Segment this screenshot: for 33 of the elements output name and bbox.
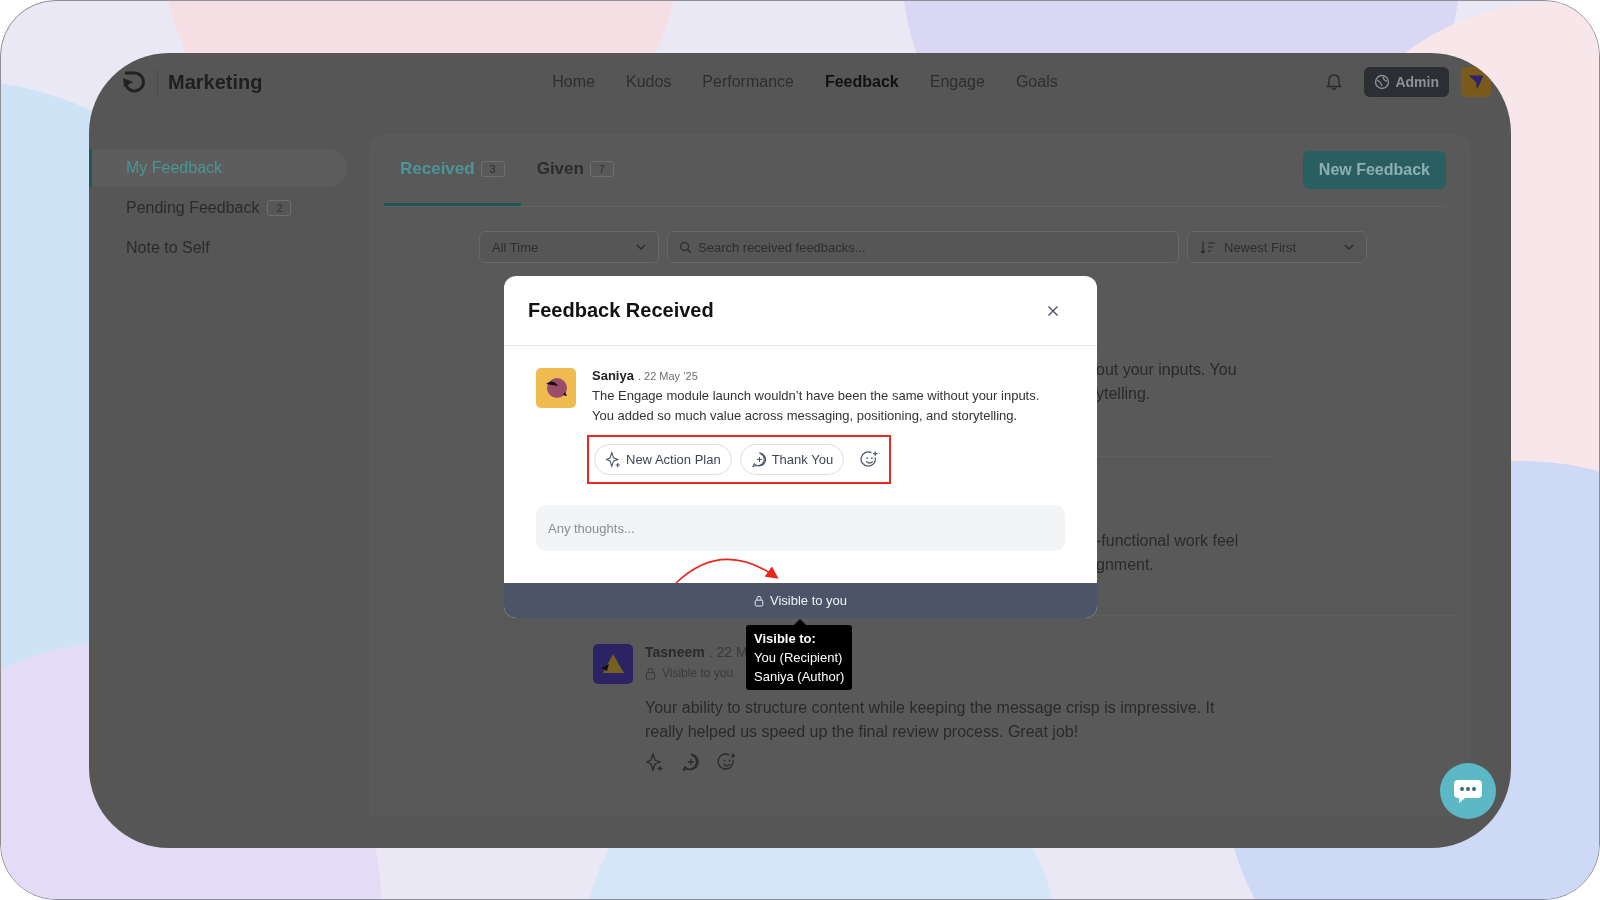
user-avatar[interactable] (1461, 67, 1491, 97)
author-name: Saniya (592, 368, 634, 383)
sort-icon (1200, 240, 1216, 254)
tooltip-title: Visible to: (754, 630, 817, 648)
reply-field[interactable]: Any thoughts... (536, 505, 1065, 551)
chat-button[interactable] (1440, 763, 1496, 819)
visibility-label: Visible to you (769, 593, 848, 608)
action-plan-button[interactable]: New Action Plan (594, 444, 732, 475)
search-icon (679, 241, 692, 254)
chevron-icon (636, 244, 646, 250)
close-icon[interactable] (1047, 304, 1059, 317)
chat-icon (1453, 778, 1483, 804)
chevron-icon (1344, 244, 1354, 250)
emoji-add-icon[interactable] (860, 450, 880, 469)
dialog-title: Feedback Received (528, 299, 714, 322)
feedback-text: The Engage module launch wouldn’t have been the same without your inputs. You added so much value across messaging, positioning, and storytelling. (592, 387, 1041, 425)
tooltip-line: Saniya (Author) (754, 668, 845, 686)
avatar-icon (593, 644, 633, 684)
visibility-bar[interactable]: Visible to you (504, 583, 1097, 618)
lock-icon (645, 666, 656, 680)
feedback-date: . 22 May ’25 (637, 370, 698, 382)
admin-button[interactable]: Admin (1364, 67, 1449, 97)
nav-link[interactable]: Feedback (824, 73, 899, 91)
thank-you-button[interactable]: Thank You (739, 444, 845, 475)
lock-icon (753, 594, 764, 607)
tab-label: Received (400, 158, 475, 179)
new-feedback-button[interactable]: New Feedback (1302, 151, 1446, 189)
tooltip-line: You (Recipient) (754, 649, 844, 667)
sidebar-item[interactable]: My Feedback (89, 149, 347, 187)
sparkle-icon (605, 451, 622, 468)
globe-icon (1374, 74, 1391, 90)
avatar-icon (536, 368, 576, 408)
sidebar-label: My Feedback (126, 159, 223, 177)
